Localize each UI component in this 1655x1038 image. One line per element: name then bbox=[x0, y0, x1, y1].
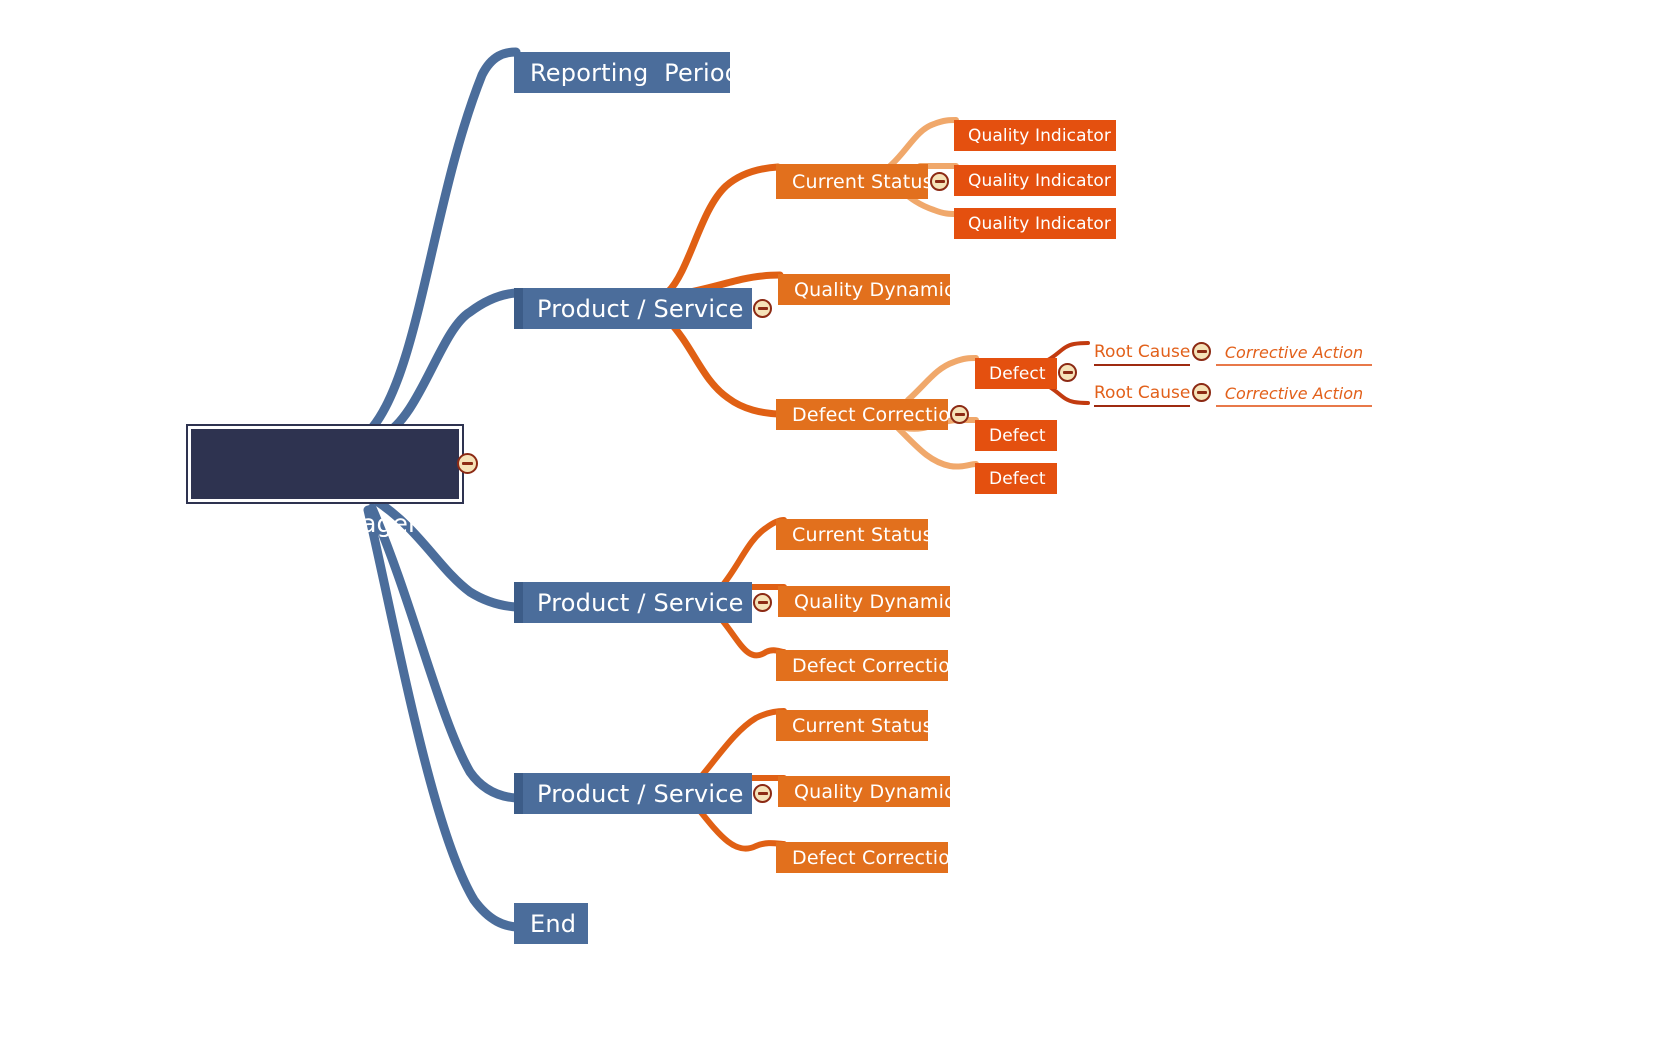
node-product-service-3[interactable]: Product / Service 3 bbox=[514, 773, 767, 814]
node-quality-dynamics-2[interactable]: Quality Dynamics bbox=[778, 586, 965, 617]
node-product-service-2-label: Product / Service 2 bbox=[537, 588, 767, 617]
node-reporting-period[interactable]: Reporting Period bbox=[514, 52, 740, 93]
connector-product2-to-defect-correction bbox=[719, 617, 787, 659]
connector-current-status-to-indicator-1 bbox=[887, 117, 959, 169]
node-quality-indicator-2-label: Quality Indicator bbox=[968, 170, 1111, 191]
product-service-2-collapse-icon[interactable] bbox=[753, 593, 772, 612]
node-current-status-1-label: Current Status bbox=[792, 170, 933, 193]
node-current-status-2-label: Current Status bbox=[792, 523, 933, 546]
node-current-status-1[interactable]: Current Status bbox=[776, 164, 933, 199]
current-status-1-collapse-icon[interactable] bbox=[930, 172, 949, 191]
defect-1-collapse-icon[interactable] bbox=[1058, 363, 1077, 382]
node-quality-dynamics-1[interactable]: Quality Dynamics bbox=[778, 274, 965, 305]
connector-product2-to-current-status bbox=[719, 517, 787, 589]
node-defect-correction-3[interactable]: Defect Correction bbox=[776, 842, 962, 873]
node-corrective-action-1[interactable]: Corrective Action bbox=[1216, 340, 1372, 366]
node-defect-2[interactable]: Defect bbox=[975, 420, 1057, 451]
node-defect-1-label: Defect bbox=[989, 363, 1046, 384]
connector-product1-to-current-status bbox=[664, 163, 782, 296]
node-defect-3-label: Defect bbox=[989, 468, 1046, 489]
node-corrective-action-1-label: Corrective Action bbox=[1224, 342, 1364, 362]
node-defect-correction-1-label: Defect Correction bbox=[792, 403, 963, 426]
product-service-1-collapse-icon[interactable] bbox=[753, 299, 772, 318]
node-product-service-2[interactable]: Product / Service 2 bbox=[514, 582, 767, 623]
node-product-service-1[interactable]: Product / Service 1 bbox=[514, 288, 767, 329]
node-quality-indicator-3-label: Quality Indicator bbox=[968, 213, 1111, 234]
node-root-cause-2[interactable]: Root Cause bbox=[1094, 381, 1190, 407]
node-current-status-2[interactable]: Current Status bbox=[776, 519, 933, 550]
root-collapse-icon[interactable] bbox=[457, 453, 478, 474]
node-reporting-period-label: Reporting Period bbox=[530, 58, 741, 87]
connector-defect-correction-to-defect-1 bbox=[905, 355, 979, 403]
mindmap-canvas: Quality Management Presentation Reportin… bbox=[0, 0, 1655, 1038]
connector-root-to-product-1 bbox=[377, 288, 521, 441]
node-product-service-1-label: Product / Service 1 bbox=[537, 294, 767, 323]
node-current-status-3[interactable]: Current Status bbox=[776, 710, 933, 741]
node-corrective-action-2[interactable]: Corrective Action bbox=[1216, 381, 1372, 407]
node-end-label: End bbox=[530, 909, 577, 938]
connector-product1-to-defect-correction bbox=[664, 316, 782, 418]
root-cause-1-collapse-icon[interactable] bbox=[1192, 342, 1211, 361]
node-root-cause-2-label: Root Cause bbox=[1094, 383, 1191, 403]
node-defect-2-label: Defect bbox=[989, 425, 1046, 446]
defect-correction-1-collapse-icon[interactable] bbox=[950, 405, 969, 424]
node-root-cause-1[interactable]: Root Cause bbox=[1094, 340, 1190, 366]
node-quality-dynamics-3[interactable]: Quality Dynamics bbox=[778, 776, 965, 807]
node-defect-correction-1[interactable]: Defect Correction bbox=[776, 399, 962, 430]
node-quality-dynamics-3-label: Quality Dynamics bbox=[794, 780, 965, 803]
connector-product3-to-defect-correction bbox=[697, 808, 787, 852]
node-quality-indicator-2[interactable]: Quality Indicator bbox=[954, 165, 1116, 196]
root-cause-2-collapse-icon[interactable] bbox=[1192, 383, 1211, 402]
node-root-cause-1-label: Root Cause bbox=[1094, 342, 1191, 362]
node-defect-correction-2-label: Defect Correction bbox=[792, 654, 963, 677]
node-end[interactable]: End bbox=[514, 903, 588, 944]
node-quality-indicator-1[interactable]: Quality Indicator bbox=[954, 120, 1116, 151]
connector-product3-to-current-status bbox=[697, 708, 787, 781]
node-quality-indicator-3[interactable]: Quality Indicator bbox=[954, 208, 1116, 239]
node-product-service-3-label: Product / Service 3 bbox=[537, 779, 767, 808]
root-node[interactable]: Quality Management Presentation bbox=[186, 424, 474, 631]
connector-defect-correction-to-defect-3 bbox=[895, 425, 979, 470]
root-node-label-line1: Quality Management bbox=[210, 509, 474, 538]
node-defect-correction-2[interactable]: Defect Correction bbox=[776, 650, 962, 681]
node-quality-dynamics-1-label: Quality Dynamics bbox=[794, 278, 965, 301]
connector-root-to-reporting-period bbox=[367, 47, 521, 433]
node-corrective-action-2-label: Corrective Action bbox=[1224, 383, 1364, 403]
node-defect-3[interactable]: Defect bbox=[975, 463, 1057, 494]
node-defect-1[interactable]: Defect bbox=[975, 358, 1057, 389]
product-service-3-collapse-icon[interactable] bbox=[753, 784, 772, 803]
node-quality-dynamics-2-label: Quality Dynamics bbox=[794, 590, 965, 613]
root-node-label-line2: Presentation bbox=[210, 602, 369, 631]
node-defect-correction-3-label: Defect Correction bbox=[792, 846, 963, 869]
node-quality-indicator-1-label: Quality Indicator bbox=[968, 125, 1111, 146]
node-current-status-3-label: Current Status bbox=[792, 714, 933, 737]
